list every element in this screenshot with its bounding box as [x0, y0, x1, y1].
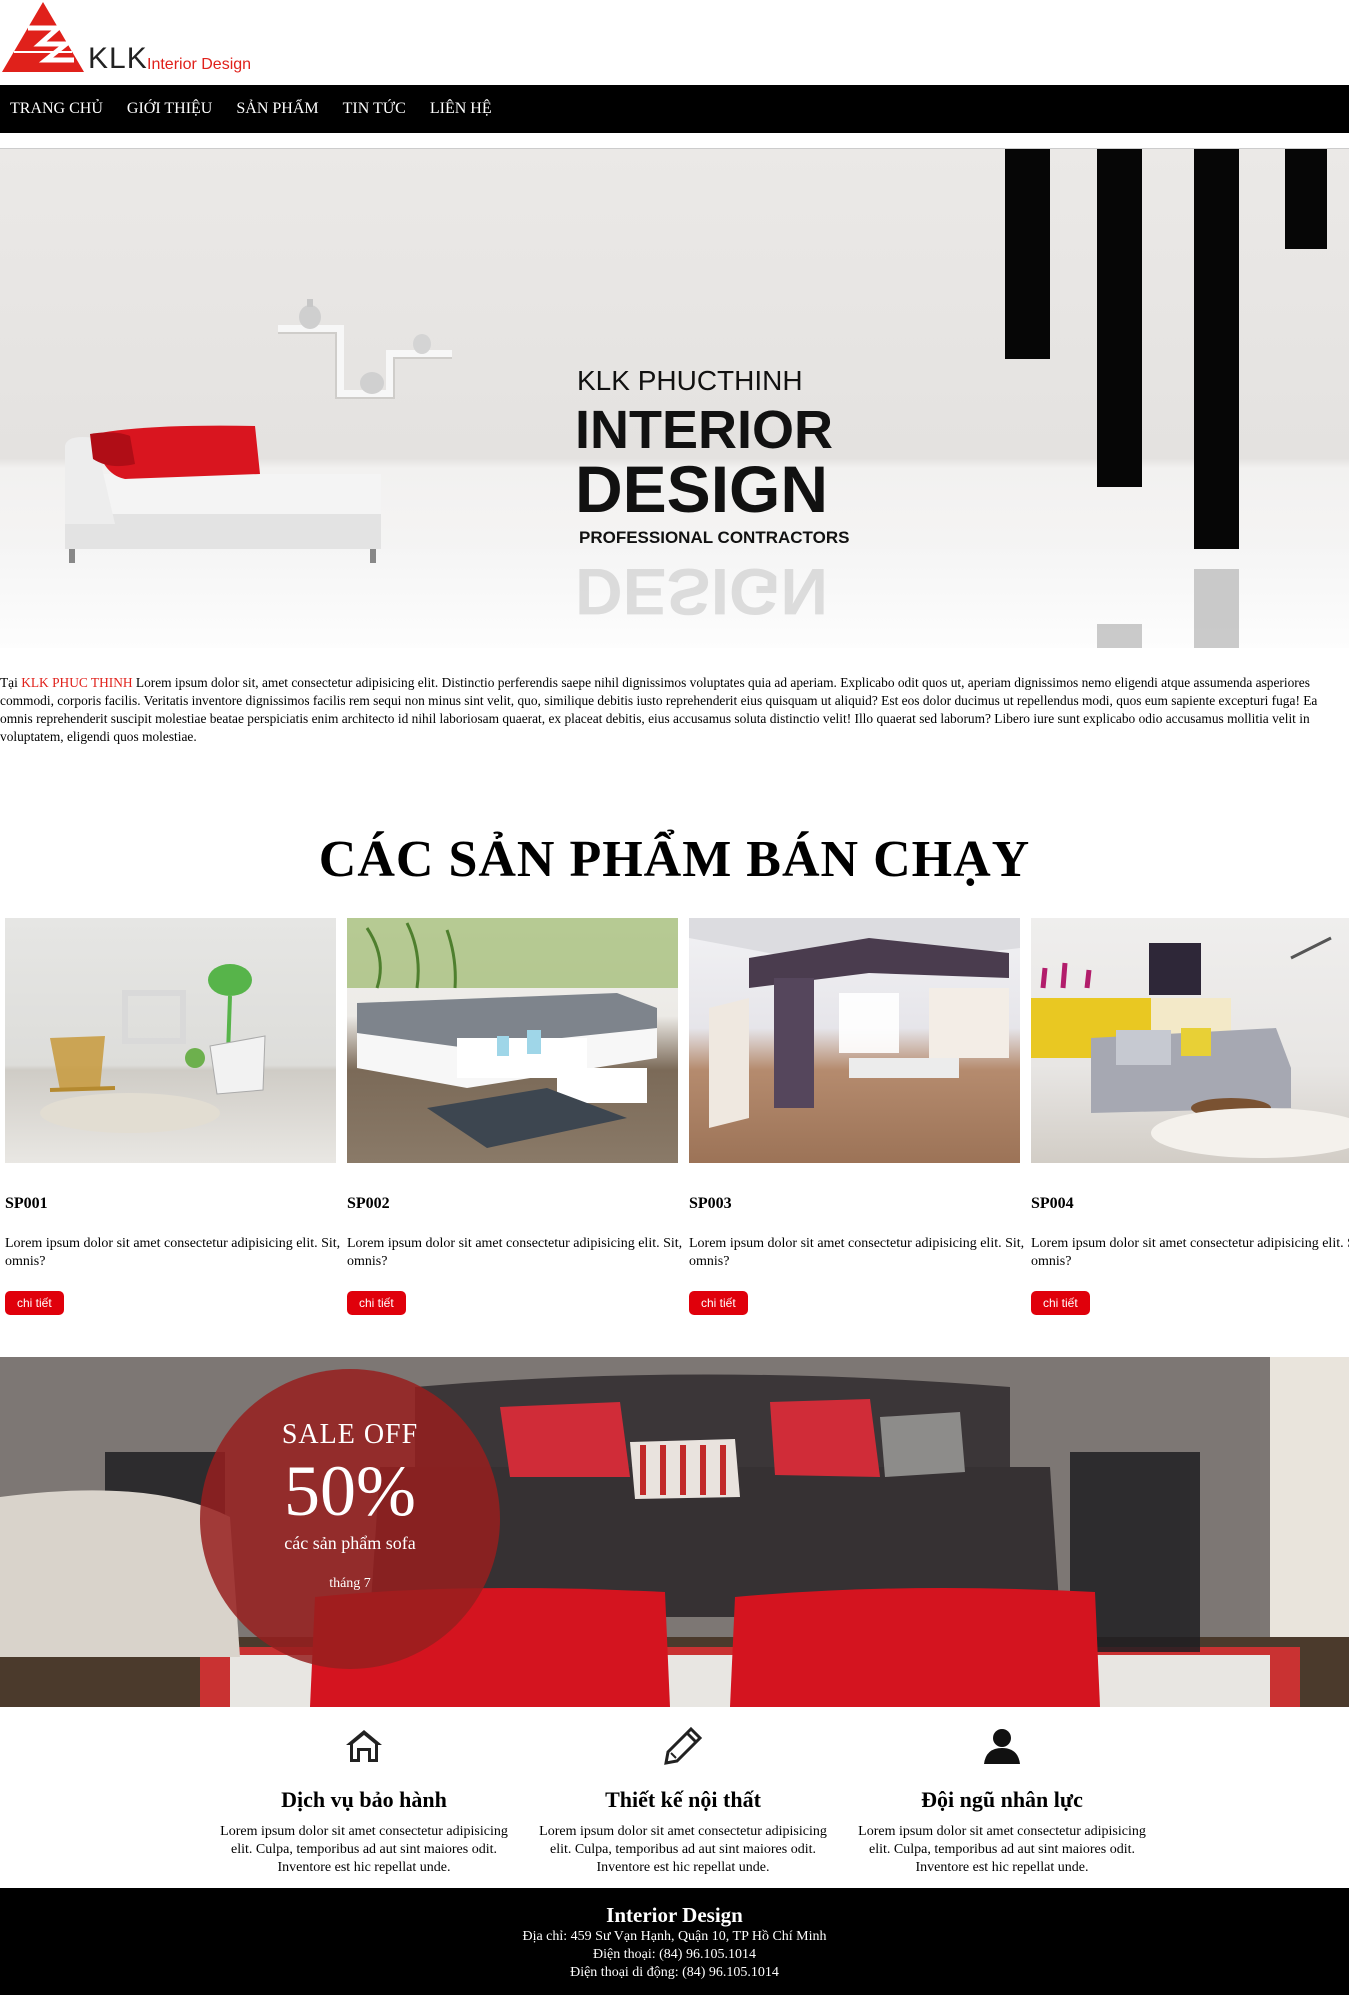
product-description: Lorem ipsum dolor sit amet consectetur a…	[689, 1236, 1025, 1269]
product-card: SP001 Lorem ipsum dolor sit amet consect…	[5, 918, 340, 1315]
hero-line-3: DESIGN	[575, 452, 829, 526]
product-code: SP002	[347, 1195, 390, 1212]
decor-bar	[1285, 149, 1327, 249]
product-card: SP004 Lorem ipsum dolor sit amet consect…	[1031, 918, 1349, 1315]
logo-tagline: Interior Design	[147, 56, 252, 73]
hero-line-2: INTERIOR	[575, 400, 834, 460]
intro-brand: KLK PHUC THINH	[21, 675, 133, 690]
product-description: Lorem ipsum dolor sit amet consectetur a…	[5, 1236, 341, 1269]
nav-item-news[interactable]: TIN TỨC	[343, 100, 406, 118]
hero-line-1: KLK PHUCTHINH	[577, 365, 803, 396]
services-section: Dịch vụ bảo hành Lorem ipsum dolor sit a…	[0, 1726, 1349, 1886]
decor-bar	[1097, 149, 1142, 487]
patio-scene-image	[347, 918, 678, 1148]
product-image[interactable]	[689, 918, 1020, 1163]
sale-banner[interactable]: SALE OFF 50% các sản phẩm sofa tháng 7	[0, 1357, 1349, 1707]
product-grid: SP001 Lorem ipsum dolor sit amet consect…	[5, 918, 1349, 1328]
sale-subtitle: các sản phẩm sofa	[284, 1533, 416, 1553]
nav-item-contact[interactable]: LIÊN HỆ	[430, 100, 492, 118]
service-design: Thiết kế nội thất Lorem ipsum dolor sit …	[533, 1726, 833, 1877]
product-card: SP003 Lorem ipsum dolor sit amet consect…	[689, 918, 1024, 1315]
product-detail-button[interactable]: chi tiết	[689, 1291, 748, 1315]
product-description: Lorem ipsum dolor sit amet consectetur a…	[1031, 1236, 1349, 1269]
klk-logo-icon	[2, 2, 84, 72]
sale-label: SALE OFF	[281, 1419, 419, 1450]
footer: Interior Design Địa chỉ: 459 Sư Vạn Hạnh…	[0, 1888, 1349, 1995]
sofa-image	[65, 425, 381, 563]
service-description: Lorem ipsum dolor sit amet consectetur a…	[220, 1824, 508, 1875]
product-image[interactable]	[1031, 918, 1349, 1163]
logo[interactable]: KLK Interior Design	[0, 0, 260, 80]
home-icon	[346, 1730, 382, 1762]
intro-paragraph: Tại KLK PHUC THINH Lorem ipsum dolor sit…	[0, 674, 1349, 746]
service-description: Lorem ipsum dolor sit amet consectetur a…	[539, 1824, 827, 1875]
wall-shelf-image	[278, 299, 452, 399]
decor-bar-reflection	[1194, 569, 1239, 648]
product-image[interactable]	[5, 918, 336, 1163]
hero-reflection-text: DESIGN	[575, 555, 829, 629]
bestsellers-title: CÁC SẢN PHẨM BÁN CHẠY	[318, 831, 1031, 888]
pencil-icon	[664, 1726, 703, 1765]
nav-item-home[interactable]: TRANG CHỦ	[10, 100, 103, 118]
product-detail-button[interactable]: chi tiết	[5, 1291, 64, 1315]
product-code: SP003	[689, 1195, 732, 1212]
product-detail-button[interactable]: chi tiết	[1031, 1291, 1090, 1315]
header: KLK Interior Design	[0, 0, 1349, 85]
sale-month: tháng 7	[329, 1576, 371, 1591]
footer-phone: Điện thoại: (84) 96.105.1014	[593, 1947, 756, 1962]
service-description: Lorem ipsum dolor sit amet consectetur a…	[858, 1824, 1146, 1875]
decor-bar	[1005, 149, 1050, 359]
staircase-scene-image	[689, 918, 1020, 1128]
decor-bar-reflection	[1097, 624, 1142, 648]
intro-prefix: Tại	[0, 675, 22, 690]
sale-percent: 50%	[284, 1451, 416, 1531]
service-title: Dịch vụ bảo hành	[281, 1787, 447, 1812]
footer-title: Interior Design	[606, 1903, 743, 1927]
product-description: Lorem ipsum dolor sit amet consectetur a…	[347, 1236, 683, 1269]
decor-bar	[1194, 149, 1239, 549]
sale-badge: SALE OFF 50% các sản phẩm sofa tháng 7	[200, 1369, 500, 1669]
user-icon	[984, 1729, 1020, 1764]
service-title: Thiết kế nội thất	[605, 1787, 761, 1812]
product-card: SP002 Lorem ipsum dolor sit amet consect…	[347, 918, 682, 1315]
product-code: SP004	[1031, 1195, 1074, 1212]
product-image[interactable]	[347, 918, 678, 1163]
hero-line-4: PROFESSIONAL CONTRACTORS	[579, 528, 850, 547]
service-team: Đội ngũ nhân lực Lorem ipsum dolor sit a…	[852, 1726, 1152, 1877]
product-detail-button[interactable]: chi tiết	[347, 1291, 406, 1315]
intro-body: Lorem ipsum dolor sit, amet consectetur …	[0, 675, 1318, 744]
service-warranty: Dịch vụ bảo hành Lorem ipsum dolor sit a…	[214, 1726, 514, 1877]
hero-banner: KLK PHUCTHINH INTERIOR DESIGN PROFESSION…	[0, 148, 1349, 648]
product-code: SP001	[5, 1195, 48, 1212]
chair-scene-image	[40, 964, 266, 1133]
footer-address: Địa chỉ: 459 Sư Vạn Hạnh, Quận 10, TP Hồ…	[522, 1929, 827, 1944]
nav-item-products[interactable]: SẢN PHẨM	[236, 100, 318, 118]
nav-item-about[interactable]: GIỚI THIỆU	[127, 100, 212, 118]
footer-mobile: Điện thoại di động: (84) 96.105.1014	[570, 1965, 779, 1980]
main-nav: TRANG CHỦ GIỚI THIỆU SẢN PHẨM TIN TỨC LI…	[0, 85, 1349, 133]
logo-brand: KLK	[88, 42, 148, 75]
service-title: Đội ngũ nhân lực	[921, 1787, 1083, 1812]
living-room-scene-image	[1031, 936, 1349, 1158]
